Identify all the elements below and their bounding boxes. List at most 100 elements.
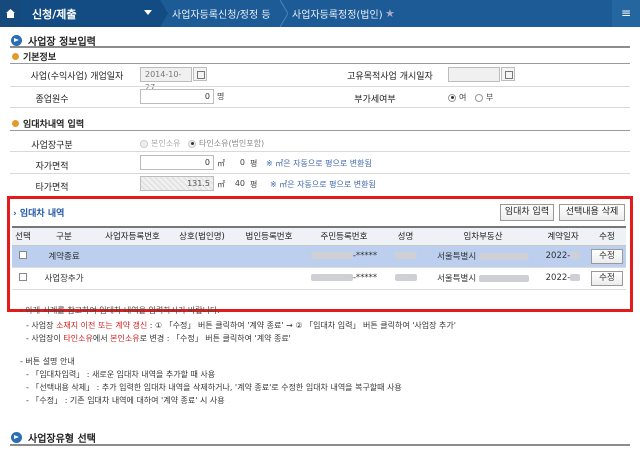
own-area-unit-pyeong: 평 bbox=[250, 159, 258, 168]
home-button[interactable] bbox=[0, 0, 20, 27]
masked-value bbox=[310, 274, 353, 281]
divider bbox=[10, 173, 630, 174]
col-name: 성명 bbox=[383, 226, 428, 246]
edit-button[interactable]: 수정 bbox=[591, 248, 623, 264]
col-contract-date: 계약일자 bbox=[538, 226, 588, 246]
masked-value bbox=[478, 253, 529, 260]
bullet-icon bbox=[12, 53, 19, 60]
subsection-title: 기본정보 bbox=[23, 53, 57, 63]
top-navigation-bar: 신청/제출 사업자등록신청/정정 등 사업자등록정정(법인) ★ ≡ bbox=[0, 0, 640, 27]
guide-text: 에서 bbox=[92, 334, 111, 343]
menu-registration-correction-label: 사업자등록정정(법인) bbox=[292, 10, 383, 21]
other-area-note: ※ ㎡은 자동으로 평으로 변환됨 bbox=[270, 180, 376, 189]
guide-line: - 「임대차입력」 : 새로운 임대차 내역을 추가할 때 사용 bbox=[26, 370, 216, 379]
lease-input-button[interactable]: 임대차 입력 bbox=[500, 204, 554, 221]
guide-line: - 버튼 설명 안내 bbox=[20, 357, 75, 366]
section-title-site-type: 사업장유형 선택 bbox=[11, 430, 96, 445]
guide-text: - 사업장 bbox=[26, 321, 57, 330]
lease-list-title: › 임대차 내역 bbox=[13, 209, 65, 219]
arrow-circle-icon bbox=[11, 35, 22, 46]
open-date-label: 사업(수익사업) 개업일자 bbox=[30, 72, 124, 82]
favorite-star-icon[interactable]: ★ bbox=[385, 7, 395, 20]
col-resident-number: 주민등록번호 bbox=[305, 226, 383, 246]
masked-value bbox=[310, 252, 353, 259]
row-checkbox[interactable] bbox=[19, 272, 27, 281]
row-checkbox[interactable] bbox=[19, 250, 27, 259]
edit-button[interactable]: 수정 bbox=[591, 270, 623, 286]
vat-no-radio[interactable]: 부 bbox=[475, 92, 493, 103]
vat-yes-radio[interactable]: 여 bbox=[448, 92, 466, 103]
masked-value bbox=[394, 274, 417, 281]
row-address: 서울특별시 bbox=[437, 252, 477, 262]
home-icon bbox=[6, 9, 15, 18]
guide-text: : ① 「수정」 버튼 클릭하여 '계약 종료' → ② 「임대차 입력」 버튼… bbox=[147, 321, 456, 330]
menu-business-registration[interactable]: 사업자등록신청/정정 등 bbox=[160, 0, 280, 27]
masked-value bbox=[570, 274, 581, 281]
employees-unit: 명 bbox=[217, 92, 225, 101]
radio-checked-icon bbox=[448, 93, 456, 102]
own-area-input[interactable]: 0 bbox=[140, 155, 214, 170]
menu-business-registration-label: 사업자등록신청/정정 등 bbox=[172, 10, 271, 21]
menu-registration-correction[interactable]: 사업자등록정정(법인) bbox=[280, 0, 400, 27]
subsection-basic-info: 기본정보 bbox=[12, 50, 56, 63]
delete-selected-button[interactable]: 선택내용 삭제 bbox=[559, 204, 625, 221]
own-option-label: 본인소유 bbox=[151, 139, 181, 148]
row-date: 2022- bbox=[545, 251, 571, 261]
rrn-suffix: -***** bbox=[352, 273, 378, 283]
col-business-number: 사업자등록번호 bbox=[94, 226, 171, 246]
col-leased-property: 임차부동산 bbox=[428, 226, 538, 246]
calendar-icon[interactable] bbox=[501, 67, 515, 81]
radio-checked-icon bbox=[188, 139, 196, 148]
own-area-pyeong: 0 bbox=[239, 158, 245, 167]
guide-line: - 사업장이 타인소유에서 본인소유로 변경 : 「수정」 버튼 클릭하여 '계… bbox=[26, 333, 291, 344]
calendar-icon[interactable] bbox=[193, 67, 207, 81]
guide-highlight: 타인소유 bbox=[63, 334, 93, 343]
divider bbox=[10, 444, 630, 446]
own-area-note: ※ ㎡은 자동으로 평으로 변환됨 bbox=[266, 159, 372, 168]
masked-value bbox=[394, 252, 417, 259]
menu-apply-submit[interactable]: 신청/제출 bbox=[20, 0, 160, 27]
arrow-circle-icon bbox=[11, 432, 22, 443]
row-type: 사업장추가 bbox=[34, 267, 94, 290]
divider bbox=[10, 151, 630, 152]
col-edit: 수정 bbox=[588, 226, 626, 246]
guide-line: - 사업장 소재지 이전 또는 계약 갱신 : ① 「수정」 버튼 클릭하여 '… bbox=[26, 320, 456, 331]
guide-line: - 「선택내용 삭제」 : 추가 입력한 임대차 내역을 삭제하거나, '계약 … bbox=[26, 383, 402, 392]
bullet-icon bbox=[12, 120, 19, 127]
other-area-input: 131.5 bbox=[140, 176, 214, 191]
other-radio[interactable]: 타인소유(법인포함) bbox=[188, 138, 264, 149]
divider bbox=[10, 130, 630, 131]
lease-table: 선택 구분 사업자등록번호 상호(법인명) 법인등록번호 주민등록번호 성명 임… bbox=[12, 226, 626, 290]
guide-line: - 아래 사례를 참고하여 임대차 내역을 입력하시기 바랍니다. bbox=[20, 306, 220, 315]
other-option-label: 타인소유(법인포함) bbox=[199, 139, 265, 148]
own-radio[interactable]: 본인소유 bbox=[140, 138, 180, 149]
employees-input[interactable]: 0 bbox=[140, 89, 214, 104]
menu-toggle-button[interactable]: ≡ bbox=[612, 0, 640, 27]
masked-value bbox=[570, 252, 581, 259]
radio-disabled-icon bbox=[140, 139, 148, 148]
table-header-row: 선택 구분 사업자등록번호 상호(법인명) 법인등록번호 주민등록번호 성명 임… bbox=[12, 226, 626, 246]
masked-value bbox=[478, 275, 529, 282]
row-address: 서울특별시 bbox=[437, 274, 477, 284]
menu-apply-submit-label: 신청/제출 bbox=[32, 7, 77, 21]
guide-text: - 사업장이 bbox=[26, 334, 64, 343]
col-company-name: 상호(법인명) bbox=[171, 226, 233, 246]
radio-unchecked-icon bbox=[475, 93, 483, 102]
employees-label: 종업원수 bbox=[35, 95, 69, 105]
menu-icon: ≡ bbox=[621, 6, 632, 20]
own-area-label: 자가면적 bbox=[35, 162, 69, 172]
row-type: 계약종료 bbox=[34, 245, 94, 268]
unique-purpose-date-input[interactable] bbox=[448, 67, 500, 82]
open-date-input[interactable]: 2014-10-27 bbox=[140, 67, 192, 92]
guide-text: 로 변경 : 「수정」 버튼 클릭하여 '계약 종료' bbox=[139, 334, 291, 343]
site-type-label: 사업장구분 bbox=[31, 141, 73, 151]
chevron-down-icon bbox=[144, 10, 152, 15]
col-corp-number: 법인등록번호 bbox=[233, 226, 305, 246]
vat-yes-label: 여 bbox=[459, 93, 467, 102]
unique-purpose-date-label: 고유목적사업 개시일자 bbox=[347, 72, 433, 82]
other-area-pyeong: 40 bbox=[234, 179, 245, 188]
guide-line: - 「수정」 : 기존 임대차 내역에 대하여 '계약 종료' 시 사용 bbox=[26, 396, 225, 405]
table-row[interactable]: 계약종료 -***** 서울특별시 2022- 수정 bbox=[12, 245, 626, 268]
subsection-lease-input: 임대차내역 입력 bbox=[12, 117, 84, 130]
table-row[interactable]: 사업장추가 -***** 서울특별시 2022- 수정 bbox=[12, 267, 626, 290]
